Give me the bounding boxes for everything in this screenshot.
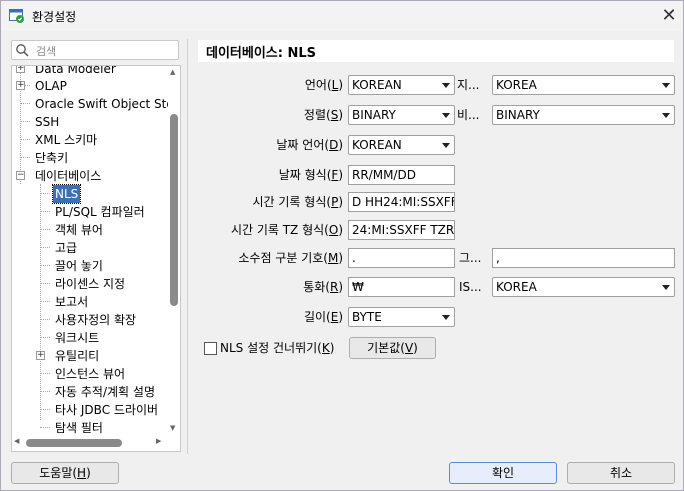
app-icon — [9, 9, 24, 23]
collapse-icon[interactable]: − — [16, 171, 25, 180]
comparison-label: 비... — [457, 108, 480, 122]
chevron-down-icon — [442, 315, 450, 320]
territory-label: 지... — [457, 78, 480, 92]
tree-item[interactable]: 라이센스 지정 — [55, 275, 125, 293]
title-bar: 환경설정 ✕ — [1, 1, 683, 31]
close-icon[interactable]: ✕ — [657, 5, 681, 27]
help-button[interactable]: 도움말(H) — [11, 462, 119, 484]
tree-item[interactable]: 워크시트 — [55, 329, 99, 347]
tree-item[interactable]: 단축키 — [35, 149, 68, 167]
chevron-down-icon — [442, 83, 450, 88]
tree-item[interactable]: Oracle Swift Object Sto — [35, 95, 174, 113]
window-title: 환경설정 — [32, 10, 77, 24]
tree-item[interactable]: 고급 — [55, 239, 77, 257]
date-format-field[interactable]: RR/MM/DD — [348, 165, 455, 185]
skip-nls-checkbox[interactable] — [204, 342, 217, 355]
timestamp-format-field[interactable]: D HH24:MI:SSXFF — [348, 192, 455, 212]
scroll-right-icon[interactable]: ▶ — [156, 437, 161, 445]
timestamp-tz-format-field[interactable]: 24:MI:SSXFF TZR — [348, 220, 455, 240]
default-values-button[interactable]: 기본값(V) — [349, 337, 436, 359]
date-format-label: 날짜 형식(F) — [278, 168, 343, 182]
tree-item[interactable]: OLAP — [35, 77, 67, 95]
tree-item-nls[interactable]: NLS — [51, 184, 82, 204]
tree-item[interactable]: 자동 추적/계획 설명 — [55, 383, 155, 401]
preferences-tree[interactable]: + Data Modeler + OLAP Oracle Swift Objec… — [11, 65, 181, 452]
language-select[interactable]: KOREAN — [348, 75, 455, 95]
tree-item[interactable]: 타사 JDBC 드라이버 — [55, 401, 158, 419]
ok-button[interactable]: 확인 — [449, 462, 557, 484]
iso-currency-select[interactable]: KOREA — [492, 277, 675, 297]
currency-field[interactable]: ₩ — [348, 277, 455, 297]
tree-vertical-scrollbar[interactable]: ▲ ▼ — [168, 66, 180, 436]
scroll-up-icon[interactable]: ▲ — [170, 68, 175, 76]
tree-item[interactable]: 사용자정의 확장 — [55, 311, 136, 329]
tree-item[interactable]: PL/SQL 컴파일러 — [55, 203, 145, 221]
group-separator-label: 그... — [459, 251, 482, 265]
search-placeholder: 검색 — [36, 45, 57, 58]
chevron-down-icon — [442, 143, 450, 148]
timestamp-format-label: 시간 기록 형식(P) — [252, 195, 344, 209]
sort-label: 정렬(S) — [303, 108, 343, 122]
tree-item[interactable]: SSH — [35, 113, 59, 131]
chevron-down-icon — [662, 83, 670, 88]
scroll-left-icon[interactable]: ◀ — [14, 437, 19, 445]
tree-horizontal-scrollbar[interactable]: ◀ ▶ — [12, 436, 168, 450]
scrollbar-thumb[interactable] — [170, 114, 178, 306]
language-label: 언어(L) — [304, 78, 343, 92]
tree-item[interactable]: 인스턴스 뷰어 — [55, 365, 125, 383]
date-language-select[interactable]: KOREAN — [348, 135, 455, 155]
tree-item[interactable]: 탐색 필터 — [55, 419, 103, 437]
length-select[interactable]: BYTE — [348, 307, 455, 327]
cancel-button[interactable]: 취소 — [567, 462, 675, 484]
preferences-dialog: 환경설정 ✕ 검색 + Data Modeler + OLAP Oracle S… — [0, 0, 684, 491]
sort-select[interactable]: BINARY — [348, 105, 455, 125]
date-language-label: 날짜 언어(D) — [276, 138, 343, 152]
chevron-down-icon — [662, 113, 670, 118]
search-icon — [16, 44, 29, 57]
length-label: 길이(E) — [303, 310, 343, 324]
chevron-down-icon — [442, 113, 450, 118]
search-input[interactable]: 검색 — [11, 40, 179, 60]
scroll-down-icon[interactable]: ▼ — [170, 424, 175, 432]
territory-select[interactable]: KOREA — [492, 75, 675, 95]
tree-item-database[interactable]: 데이터베이스 — [35, 167, 101, 185]
skip-nls-label: NLS 설정 건너뛰기(K) — [220, 341, 335, 355]
expand-icon[interactable]: + — [36, 351, 45, 360]
timestamp-tz-format-label: 시간 기록 TZ 형식(O) — [230, 223, 343, 237]
panel-splitter[interactable] — [187, 39, 188, 454]
expand-icon[interactable]: + — [16, 81, 25, 90]
iso-currency-label: IS... — [459, 280, 482, 294]
chevron-down-icon — [662, 285, 670, 290]
comparison-select[interactable]: BINARY — [492, 105, 675, 125]
tree-item[interactable]: 유틸리티 — [55, 347, 99, 365]
expand-icon[interactable]: + — [16, 66, 25, 73]
scrollbar-thumb[interactable] — [26, 439, 122, 447]
page-title: 데이터베이스: NLS — [198, 40, 674, 62]
decimal-separator-field[interactable]: . — [348, 248, 455, 268]
tree-item[interactable]: 보고서 — [55, 293, 88, 311]
group-separator-field[interactable]: , — [492, 248, 675, 268]
decimal-separator-label: 소수점 구분 기호(M) — [238, 251, 343, 265]
tree-item[interactable]: 끌어 놓기 — [55, 257, 103, 275]
tree-item[interactable]: XML 스키마 — [35, 131, 97, 149]
currency-label: 통화(R) — [303, 280, 343, 294]
tree-item[interactable]: 객체 뷰어 — [55, 221, 103, 239]
